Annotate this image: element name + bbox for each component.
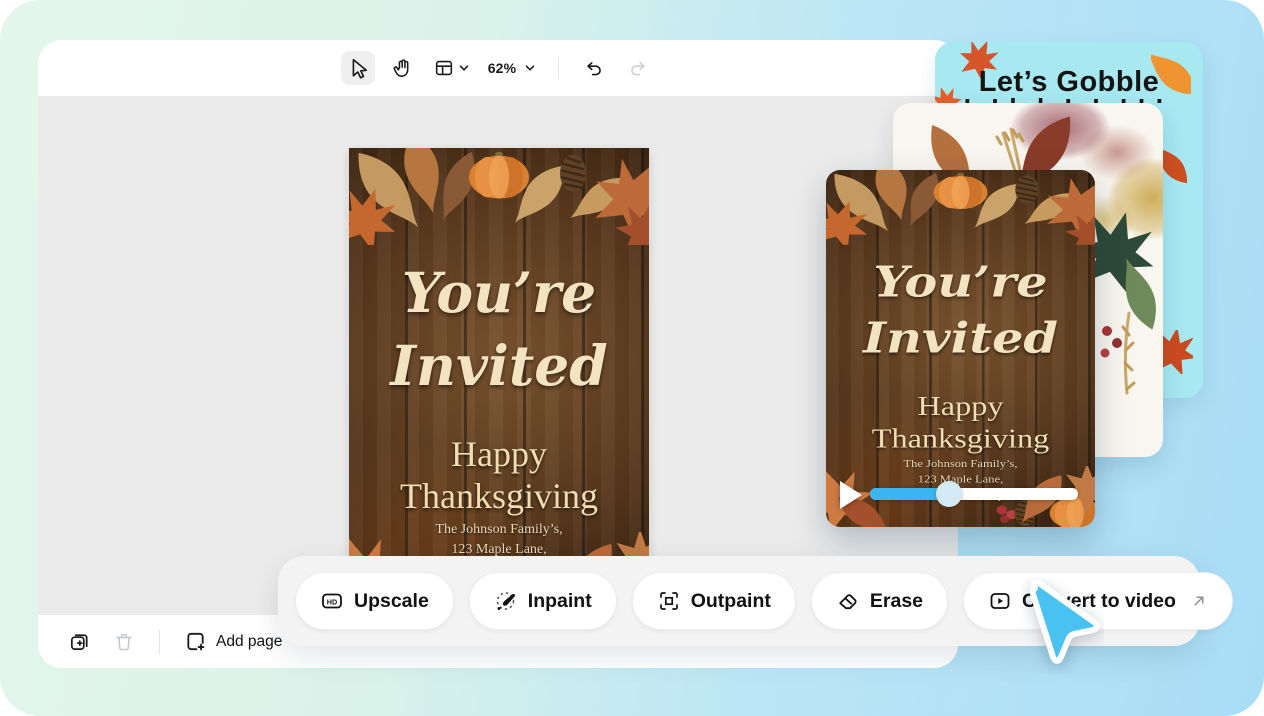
duplicate-page-icon[interactable] bbox=[68, 630, 91, 653]
poster-page-main[interactable]: You’re Invited Happy Thanksgiving The Jo… bbox=[349, 148, 649, 611]
zoom-level-value: 62% bbox=[488, 60, 517, 76]
trash-icon[interactable] bbox=[113, 631, 135, 653]
inpaint-label: Inpaint bbox=[528, 590, 592, 613]
video-progress-track[interactable] bbox=[870, 488, 1078, 500]
upscale-label: Upscale bbox=[354, 590, 429, 613]
footer-divider bbox=[159, 630, 160, 654]
add-page-button[interactable]: Add page bbox=[184, 630, 282, 653]
select-tool-button[interactable] bbox=[341, 51, 375, 85]
video-poster-text: You’re Invited Happy Thanksgiving The Jo… bbox=[826, 170, 1095, 527]
poster-detail-host: The Johnson Family’s, bbox=[826, 457, 1095, 473]
svg-text:HD: HD bbox=[327, 597, 337, 606]
upscale-button[interactable]: HD Upscale bbox=[295, 572, 454, 630]
erase-label: Erase bbox=[870, 590, 923, 613]
video-controls bbox=[826, 479, 1095, 513]
poster-title-line2: Thanksgiving bbox=[826, 423, 1095, 455]
undo-button[interactable] bbox=[577, 51, 611, 85]
poster-detail-host: The Johnson Family’s, bbox=[349, 520, 649, 540]
erase-button[interactable]: Erase bbox=[811, 572, 948, 630]
add-page-icon bbox=[184, 630, 207, 653]
poster-text: You’re Invited Happy Thanksgiving The Jo… bbox=[349, 148, 649, 611]
video-progress-thumb[interactable] bbox=[936, 481, 962, 507]
add-page-label: Add page bbox=[216, 633, 282, 651]
eraser-icon bbox=[836, 589, 860, 613]
poster-artwork: You’re Invited Happy Thanksgiving The Jo… bbox=[349, 148, 649, 611]
play-button[interactable] bbox=[840, 481, 862, 509]
toolbar-divider bbox=[558, 57, 559, 79]
chevron-down-icon bbox=[458, 62, 470, 74]
top-toolbar: 62% bbox=[38, 40, 958, 96]
video-poster-artwork: You’re Invited Happy Thanksgiving The Jo… bbox=[826, 170, 1095, 527]
video-play-icon bbox=[988, 589, 1012, 613]
cursor-pointer bbox=[1022, 578, 1104, 674]
poster-title-line1: Happy bbox=[826, 391, 1095, 423]
design-canvas[interactable]: You’re Invited Happy Thanksgiving The Jo… bbox=[38, 96, 958, 615]
poster-title-line2: Thanksgiving bbox=[349, 476, 649, 518]
outpaint-label: Outpaint bbox=[691, 590, 771, 613]
poster-script-line2: Invited bbox=[349, 329, 649, 402]
cursor-icon bbox=[347, 57, 369, 79]
redo-icon bbox=[627, 57, 649, 79]
video-preview-card[interactable]: You’re Invited Happy Thanksgiving The Jo… bbox=[826, 170, 1095, 527]
hd-icon: HD bbox=[320, 589, 344, 613]
outpaint-icon bbox=[657, 589, 681, 613]
chevron-down-icon bbox=[524, 62, 536, 74]
outpaint-button[interactable]: Outpaint bbox=[632, 572, 796, 630]
template-card-subtitle-fragment: I. Ll. l. I. I. LLI. bbox=[963, 93, 1175, 103]
poster-script-line1: You’re bbox=[349, 256, 649, 329]
redo-button[interactable] bbox=[621, 51, 655, 85]
poster-title-line1: Happy bbox=[349, 434, 649, 476]
zoom-level-control[interactable]: 62% bbox=[484, 51, 541, 85]
poster-script-line2: Invited bbox=[826, 310, 1095, 366]
app-screenshot: 62% bbox=[0, 0, 1264, 716]
undo-icon bbox=[583, 57, 605, 79]
inpaint-button[interactable]: Inpaint bbox=[469, 572, 617, 630]
hand-icon bbox=[391, 57, 413, 79]
inpaint-icon bbox=[494, 589, 518, 613]
hand-tool-button[interactable] bbox=[385, 51, 419, 85]
external-link-arrow-icon bbox=[1190, 592, 1208, 610]
frame-tool-button[interactable] bbox=[429, 51, 474, 85]
poster-script-line1: You’re bbox=[826, 253, 1095, 309]
frame-icon bbox=[433, 57, 455, 79]
